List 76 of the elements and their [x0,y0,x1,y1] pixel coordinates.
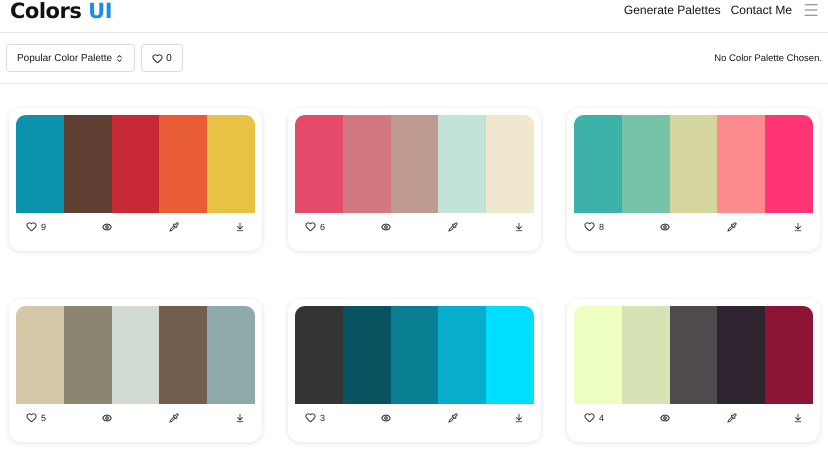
heart-icon [305,221,316,232]
eye-icon[interactable] [660,412,670,422]
color-swatch[interactable] [574,306,622,404]
color-swatch[interactable] [159,115,208,213]
heart-icon [584,221,595,232]
status-text: No Color Palette Chosen. [714,52,822,64]
like-button[interactable]: 5 [26,412,46,423]
color-swatch[interactable] [64,115,112,213]
likes-button[interactable]: 0 [141,44,183,72]
sort-select[interactable]: Popular Color Palette [6,44,136,72]
color-swatch[interactable] [486,306,534,404]
color-swatch[interactable] [622,306,670,404]
color-swatch[interactable] [765,115,813,213]
like-count: 5 [41,412,46,422]
download-icon[interactable] [235,412,245,422]
color-swatch[interactable] [390,115,438,213]
color-swatch[interactable] [112,306,160,404]
download-icon[interactable] [793,222,803,232]
color-swatch[interactable] [64,306,112,404]
color-swatch[interactable] [486,115,534,213]
color-swatch[interactable] [112,115,160,213]
pipette-icon[interactable] [448,222,458,232]
eye-icon[interactable] [102,222,112,232]
color-swatch[interactable] [342,306,391,404]
color-swatch[interactable] [438,115,486,213]
color-swatch[interactable] [390,306,438,404]
sort-icon [115,54,124,62]
color-swatch[interactable] [622,115,670,213]
heart-icon [584,412,595,423]
download-icon[interactable] [793,412,803,422]
logo[interactable]: Colors UI [10,0,112,23]
color-swatch[interactable] [295,115,343,213]
sort-label: Popular Color Palette [17,52,112,64]
color-swatch[interactable] [717,306,766,404]
like-button[interactable]: 6 [305,221,326,232]
like-count: 4 [599,412,604,422]
like-button[interactable]: 3 [305,412,326,423]
color-swatch[interactable] [670,306,718,404]
heart-icon [26,412,37,423]
eye-icon[interactable] [660,222,670,232]
heart-icon [26,221,37,232]
pipette-icon[interactable] [448,412,458,422]
download-icon[interactable] [514,222,524,232]
download-icon[interactable] [514,412,524,422]
color-swatch[interactable] [159,306,208,404]
color-swatch[interactable] [207,306,255,404]
download-icon[interactable] [235,222,245,232]
color-swatch[interactable] [574,115,622,213]
nav-link[interactable]: Generate Palettes [624,3,721,17]
color-swatch[interactable] [16,115,64,213]
nav-link[interactable]: Contact Me [730,3,792,17]
like-count: 3 [320,412,326,422]
color-swatch[interactable] [670,115,718,213]
like-button[interactable]: 9 [26,221,46,232]
pipette-icon[interactable] [726,412,737,422]
heart-icon [305,412,316,423]
pipette-icon[interactable] [168,222,179,232]
like-button[interactable]: 4 [584,412,604,423]
heart-icon [152,52,164,64]
color-swatch[interactable] [207,115,255,213]
color-swatch[interactable] [765,306,813,404]
eye-icon[interactable] [381,412,392,422]
eye-icon[interactable] [102,412,112,422]
likes-count: 0 [166,52,172,64]
color-swatch[interactable] [438,306,486,404]
color-swatch[interactable] [717,115,766,213]
like-count: 6 [320,222,326,232]
like-count: 9 [41,222,46,232]
pipette-icon[interactable] [726,222,737,232]
eye-icon[interactable] [381,222,392,232]
color-swatch[interactable] [16,306,64,404]
color-swatch[interactable] [342,115,391,213]
like-count: 8 [599,222,604,232]
color-swatch[interactable] [295,306,343,404]
like-button[interactable]: 8 [584,221,604,232]
pipette-icon[interactable] [168,412,179,422]
